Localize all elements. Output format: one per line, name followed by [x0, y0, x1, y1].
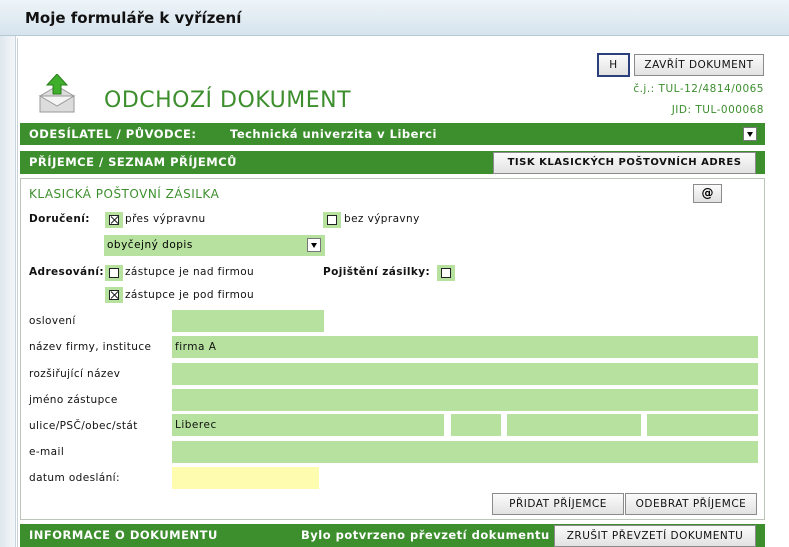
country-input[interactable] [647, 414, 758, 436]
window-title: Moje formuláře k vyřízení [25, 9, 242, 27]
rep-name-label: jméno zástupce [29, 394, 118, 406]
salutation-input[interactable] [172, 310, 324, 332]
company-input[interactable]: firma A [172, 336, 758, 358]
insurance-label: Pojištění zásilky: [323, 266, 431, 278]
sent-date-input[interactable] [172, 467, 319, 489]
chevron-down-icon[interactable] [307, 238, 321, 252]
rep-above-checkbox[interactable] [105, 265, 123, 281]
postal-section-title: KLASICKÁ POŠTOVNÍ ZÁSILKA [29, 187, 220, 201]
remove-recipient-button[interactable]: ODEBRAT PŘÍJEMCE [625, 493, 757, 515]
info-label: INFORMACE O DOKUMENTU [29, 528, 218, 542]
sender-dropdown-icon[interactable] [743, 127, 757, 141]
document-title: ODCHOZÍ DOKUMENT [104, 88, 352, 113]
company-label: název firmy, instituce [29, 341, 152, 353]
email-input[interactable] [172, 441, 758, 463]
email-at-button[interactable]: @ [693, 184, 722, 203]
via-dispatch-checkbox[interactable] [105, 212, 123, 228]
sent-date-label: datum odeslání: [29, 472, 120, 484]
delivery-label: Doručení: [29, 213, 90, 225]
sender-value: Technická univerzita v Liberci [230, 127, 437, 141]
document-jid: JID: TUL-000068 [671, 104, 764, 116]
sender-label: ODESÍLATEL / PŮVODCE: [29, 127, 197, 141]
add-recipient-button[interactable]: PŘIDAT PŘÍJEMCE [492, 493, 624, 515]
h-button[interactable]: H [597, 53, 630, 77]
sender-bar: ODESÍLATEL / PŮVODCE: Technická univerzi… [20, 123, 765, 145]
zip-input[interactable] [451, 414, 501, 436]
print-addresses-button[interactable]: TISK KLASICKÝCH POŠTOVNÍCH ADRES [493, 152, 756, 174]
outgoing-mail-icon [38, 74, 76, 113]
city-input[interactable] [507, 414, 641, 436]
insurance-checkbox[interactable] [437, 265, 455, 281]
email-label: e-mail [29, 446, 65, 458]
rep-above-label: zástupce je nad firmou [125, 266, 255, 278]
via-dispatch-label: přes výpravnu [125, 213, 206, 225]
document-cj: č.j.: TUL-12/4814/0065 [633, 83, 764, 95]
rep-below-label: zástupce je pod firmou [125, 289, 255, 301]
salutation-label: oslovení [29, 315, 76, 327]
street-input[interactable]: Liberec [172, 414, 444, 436]
rep-below-checkbox[interactable] [105, 287, 123, 303]
addressing-label: Adresování: [29, 266, 105, 278]
acceptance-status: Bylo potvrzeno převzetí dokumentu [301, 528, 550, 542]
left-frame [0, 36, 16, 547]
rep-name-input[interactable] [172, 389, 758, 411]
cancel-acceptance-button[interactable]: ZRUŠIT PŘEVZETÍ DOKUMENTU [554, 525, 756, 547]
address-label: ulice/PSČ/obec/stát [29, 420, 138, 432]
delivery-type-select[interactable]: obyčejný dopis [104, 235, 325, 256]
window-titlebar: Moje formuláře k vyřízení [0, 0, 789, 36]
ext-name-input[interactable] [172, 363, 758, 385]
ext-name-label: rozšiřující název [29, 368, 121, 380]
no-dispatch-label: bez výpravny [344, 213, 420, 225]
close-document-button[interactable]: ZAVŘÍT DOKUMENT [634, 54, 764, 76]
no-dispatch-checkbox[interactable] [323, 212, 341, 228]
delivery-type-value: obyčejný dopis [107, 239, 193, 251]
recipients-label: PŘÍJEMCE / SEZNAM PŘÍJEMCŮ [29, 155, 238, 169]
